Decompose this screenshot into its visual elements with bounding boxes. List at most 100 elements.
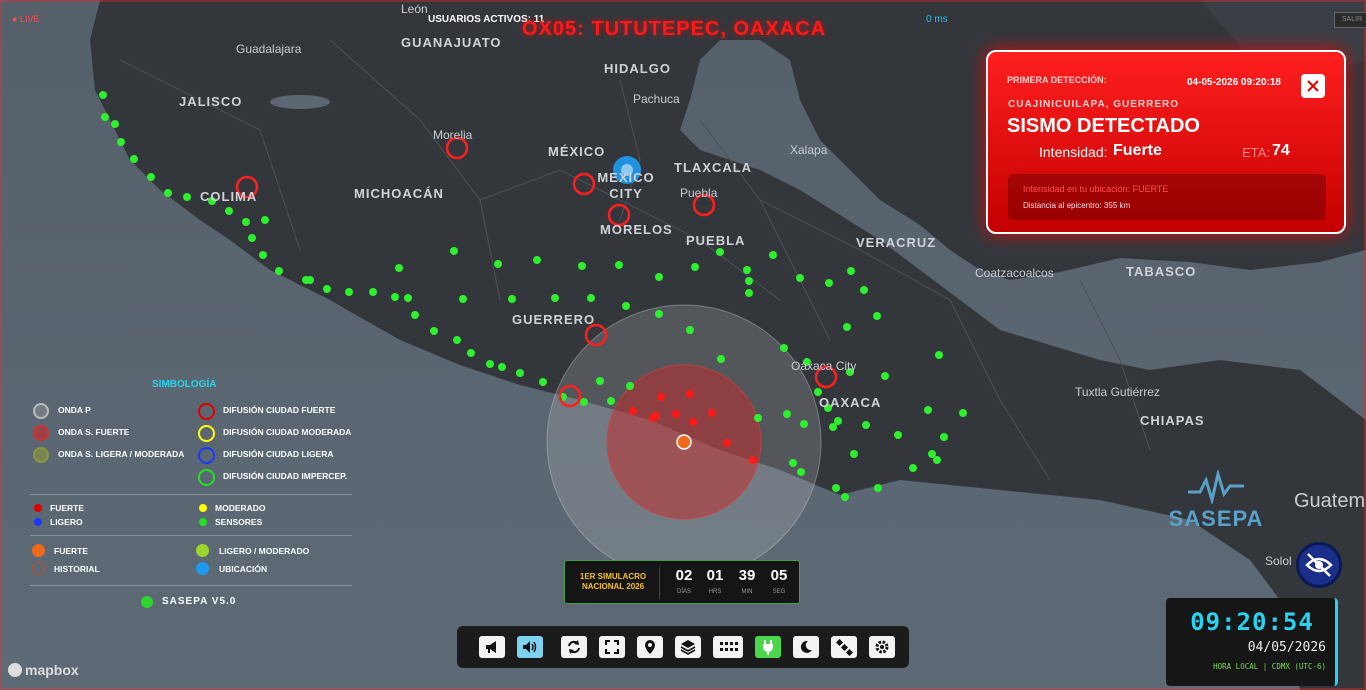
eta-label: ETA:: [1242, 145, 1270, 160]
state-label: MORELOS: [600, 222, 673, 237]
local-clock: 09:20:54 04/05/2026 HORA LOCAL | CDMX (U…: [1166, 598, 1338, 686]
intensity-label: Intensidad:: [1039, 144, 1108, 160]
version-label: SASEPA V5.0: [162, 596, 237, 607]
strong-dot: [34, 504, 42, 512]
visibility-toggle-button[interactable]: [1296, 542, 1342, 588]
layers-icon: [680, 640, 696, 655]
map-toolbar: [457, 626, 909, 668]
countdown-hours-unit: HRS: [708, 589, 722, 595]
local-intensity: Intensidad en tu ubicación: FUERTE: [1023, 184, 1169, 194]
grid-icon: [720, 642, 738, 651]
state-label: MÉXICO: [548, 144, 606, 159]
dark-mode-button[interactable]: [793, 636, 819, 658]
countdown-minutes-unit: MIN: [741, 589, 753, 595]
city-label: Morelia: [433, 128, 473, 142]
close-icon: [1307, 80, 1319, 92]
clock-date: 04/05/2026: [1247, 640, 1326, 655]
layers-button[interactable]: [675, 636, 701, 658]
city-label: León: [401, 2, 428, 16]
megaphone-button[interactable]: [479, 636, 505, 658]
settings-button[interactable]: [869, 636, 895, 658]
exit-button[interactable]: SALIR: [1334, 12, 1366, 28]
countdown-seconds: 05: [770, 567, 788, 584]
location-pin-icon: [645, 640, 655, 654]
local-impact-box: Intensidad en tu ubicación: FUERTE Dista…: [1008, 174, 1326, 220]
legend-onda-s-ligera: ONDA S. LIGERA / MODERADA: [58, 449, 185, 459]
s-wave-strong-swatch: [33, 425, 49, 441]
settings-icon: [875, 640, 889, 654]
countdown-minutes: 39: [738, 567, 756, 584]
legend-ligero: LIGERO: [50, 517, 83, 527]
fullscreen-button[interactable]: [599, 636, 625, 658]
countdown-label: 1ER SIMULACRO NACIONAL 2026: [579, 572, 647, 591]
city-label: Guatem: [1294, 490, 1366, 512]
legend-dif-ligera: DIFUSIÓN CIUDAD LIGERA: [223, 449, 334, 459]
countdown-seconds-unit: SEG: [772, 589, 786, 595]
live-indicator: ● LIVE: [12, 14, 40, 24]
grid-button[interactable]: [713, 636, 743, 658]
epicenter-light-swatch: [196, 544, 209, 557]
state-label: TLAXCALA: [674, 160, 753, 175]
state-label: TABASCO: [1126, 264, 1197, 279]
city-label: Guadalajara: [236, 42, 302, 56]
city-label: Coatzacoalcos: [975, 266, 1054, 280]
sensor-dot: [199, 518, 207, 526]
location-swatch: [196, 562, 209, 575]
intensity-value: Fuerte: [1113, 142, 1162, 159]
light-dot: [34, 518, 42, 526]
p-wave-swatch: [33, 403, 49, 419]
alert-headline: SISMO DETECTADO: [1007, 115, 1200, 137]
clock-time: 09:20:54: [1190, 608, 1314, 636]
legend-divider: [30, 585, 352, 586]
legend-historial: HISTORIAL: [54, 564, 100, 574]
state-label: CHIAPAS: [1140, 413, 1205, 428]
close-alert-button[interactable]: [1301, 74, 1325, 98]
mapbox-logo-icon: [8, 663, 22, 677]
countdown-days: 02: [675, 567, 693, 584]
volume-button[interactable]: [517, 636, 543, 658]
seismograph-icon: [1188, 470, 1244, 504]
megaphone-icon: [486, 641, 496, 653]
legend-onda-s-fuerte: ONDA S. FUERTE: [58, 427, 130, 437]
state-label: VERACRUZ: [856, 235, 937, 250]
epicenter-strong-swatch: [32, 544, 45, 557]
state-label: GUANAJUATO: [401, 35, 502, 50]
legend-divider: [30, 535, 352, 536]
eta-value: 74: [1272, 142, 1290, 159]
epicenter-marker: [676, 434, 692, 450]
state-label: OAXACA: [819, 395, 882, 410]
map-legend: SIMBOLOGÍA ONDA P ONDA S. FUERTE ONDA S.…: [24, 376, 360, 616]
latency: 0 ms: [926, 14, 948, 25]
state-label: MICHOACÁN: [354, 186, 444, 201]
legend-epi-fuerte: FUERTE: [54, 546, 88, 556]
satellite-icon: [835, 638, 853, 656]
legend-dif-imper: DIFUSIÓN CIUDAD IMPERCEP.: [223, 471, 348, 481]
first-detection-label: PRIMERA DETECCIÓN:: [1007, 75, 1107, 85]
city-imperceptible-swatch: [198, 469, 215, 486]
history-swatch: [32, 562, 45, 575]
legend-title: SIMBOLOGÍA: [152, 379, 217, 390]
legend-sensores: SENSORES: [215, 517, 263, 527]
city-label: Xalapa: [790, 143, 828, 157]
legend-onda-p: ONDA P: [58, 405, 91, 415]
mapbox-attribution[interactable]: mapbox: [8, 662, 79, 678]
state-label: JALISCO: [179, 94, 243, 109]
epicenter-distance: Distancia al epicentro: 355 km: [1023, 201, 1131, 210]
check-icon: [141, 596, 153, 608]
state-label: MEXICO CITY: [597, 170, 655, 201]
city-label: Oaxaca City: [791, 359, 857, 373]
legend-ubicacion: UBICACIÓN: [219, 564, 268, 574]
legend-epi-ligero: LIGERO / MODERADO: [219, 546, 310, 556]
refresh-icon: [568, 640, 580, 654]
refresh-button[interactable]: [561, 636, 587, 658]
earthquake-alert-card: PRIMERA DETECCIÓN: 04-05-2026 09:20:18 C…: [986, 50, 1346, 234]
city-label: Puebla: [680, 186, 718, 200]
satellite-button[interactable]: [831, 636, 857, 658]
city-label: Solol: [1265, 554, 1292, 568]
eye-off-icon: [1305, 553, 1333, 577]
moon-icon: [800, 640, 812, 653]
plug-icon: [763, 640, 773, 655]
moderate-dot: [199, 504, 207, 512]
location-button[interactable]: [637, 636, 663, 658]
connection-button[interactable]: [755, 636, 781, 658]
